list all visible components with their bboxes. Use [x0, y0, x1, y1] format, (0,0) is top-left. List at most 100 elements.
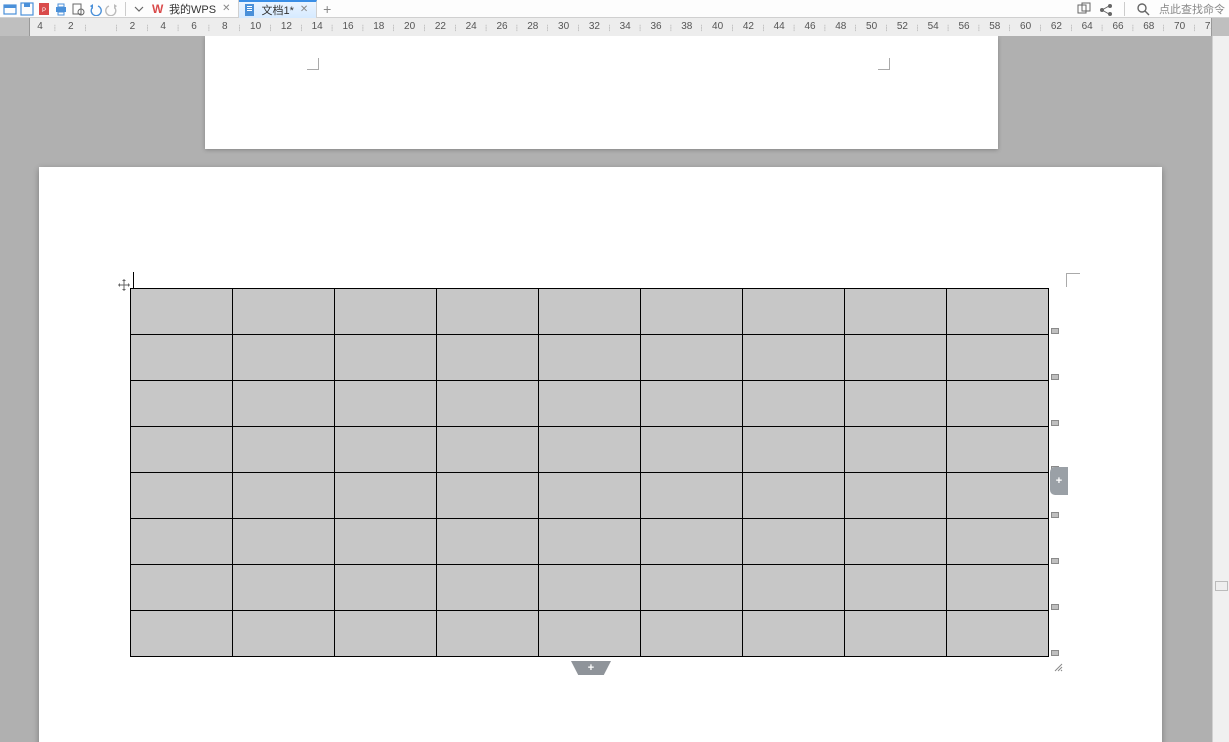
save-icon[interactable] — [19, 1, 35, 17]
table-cell[interactable] — [845, 427, 947, 473]
table-cell[interactable] — [335, 519, 437, 565]
pdf-icon[interactable]: P — [36, 1, 52, 17]
table-cell[interactable] — [641, 611, 743, 657]
table-cell[interactable] — [845, 335, 947, 381]
document-page[interactable]: + + — [39, 167, 1162, 742]
table-cell[interactable] — [947, 427, 1049, 473]
table-cell[interactable] — [437, 427, 539, 473]
open-icon[interactable] — [2, 1, 18, 17]
table-row[interactable] — [131, 519, 1049, 565]
table-cell[interactable] — [437, 565, 539, 611]
table-row[interactable] — [131, 611, 1049, 657]
table-cell[interactable] — [437, 289, 539, 335]
qat-dropdown-icon[interactable] — [131, 1, 147, 17]
split-view-button[interactable] — [1215, 581, 1228, 591]
table-cell[interactable] — [947, 611, 1049, 657]
previous-page-bottom[interactable] — [205, 36, 998, 149]
table-cell[interactable] — [335, 473, 437, 519]
vertical-scrollbar[interactable] — [1212, 36, 1229, 742]
search-command-hint[interactable]: 点此查找命令 — [1159, 1, 1225, 17]
table-cell[interactable] — [131, 611, 233, 657]
table-cell[interactable] — [233, 427, 335, 473]
table-cell[interactable] — [539, 427, 641, 473]
share-icon[interactable] — [1098, 1, 1114, 17]
table-cell[interactable] — [539, 289, 641, 335]
table-cell[interactable] — [947, 565, 1049, 611]
table-cell[interactable] — [131, 565, 233, 611]
table-cell[interactable] — [845, 519, 947, 565]
table-cell[interactable] — [539, 519, 641, 565]
table-cell[interactable] — [743, 473, 845, 519]
table-cell[interactable] — [641, 335, 743, 381]
table-cell[interactable] — [743, 335, 845, 381]
table-cell[interactable] — [947, 519, 1049, 565]
table-cell[interactable] — [539, 565, 641, 611]
table-cell[interactable] — [335, 335, 437, 381]
table-cell[interactable] — [743, 427, 845, 473]
table-row[interactable] — [131, 289, 1049, 335]
table-cell[interactable] — [845, 381, 947, 427]
table-cell[interactable] — [743, 519, 845, 565]
undo-icon[interactable] — [87, 1, 103, 17]
table-cell[interactable] — [641, 427, 743, 473]
table-cell[interactable] — [845, 611, 947, 657]
table-cell[interactable] — [845, 473, 947, 519]
table-cell[interactable] — [539, 611, 641, 657]
table-cell[interactable] — [539, 473, 641, 519]
close-icon[interactable]: ✕ — [300, 4, 308, 15]
table-cell[interactable] — [437, 381, 539, 427]
table-cell[interactable] — [947, 335, 1049, 381]
table-cell[interactable] — [845, 565, 947, 611]
table-row[interactable] — [131, 335, 1049, 381]
table-cell[interactable] — [437, 611, 539, 657]
table-cell[interactable] — [539, 335, 641, 381]
selected-table[interactable] — [130, 288, 1049, 657]
print-icon[interactable] — [53, 1, 69, 17]
table-row[interactable] — [131, 427, 1049, 473]
table-cell[interactable] — [335, 611, 437, 657]
table-cell[interactable] — [845, 289, 947, 335]
add-column-button[interactable]: + — [1050, 467, 1068, 495]
tab-document-1[interactable]: 文档1* ✕ — [239, 0, 317, 18]
table-cell[interactable] — [233, 335, 335, 381]
horizontal-ruler[interactable]: 4┆2┆┆2┆4┆6┆8┆10┆12┆14┆16┆18┆20┆22┆24┆26┆… — [30, 18, 1211, 36]
tab-home-wps[interactable]: W 我的WPS ✕ — [147, 0, 239, 18]
table-cell[interactable] — [335, 289, 437, 335]
table-cell[interactable] — [131, 289, 233, 335]
table-cell[interactable] — [131, 473, 233, 519]
redo-icon[interactable] — [104, 1, 120, 17]
table-cell[interactable] — [233, 289, 335, 335]
table-cell[interactable] — [131, 519, 233, 565]
table-cell[interactable] — [335, 565, 437, 611]
window-switch-icon[interactable] — [1076, 1, 1092, 17]
table-row[interactable] — [131, 381, 1049, 427]
table-cell[interactable] — [641, 519, 743, 565]
table-cell[interactable] — [437, 473, 539, 519]
search-icon[interactable] — [1135, 1, 1151, 17]
table-row[interactable] — [131, 565, 1049, 611]
table-resize-handle-icon[interactable] — [1053, 662, 1063, 672]
table-cell[interactable] — [131, 427, 233, 473]
table-cell[interactable] — [437, 335, 539, 381]
table-row[interactable] — [131, 473, 1049, 519]
table-cell[interactable] — [131, 381, 233, 427]
table-cell[interactable] — [539, 381, 641, 427]
close-icon[interactable]: ✕ — [222, 3, 230, 14]
table-cell[interactable] — [947, 381, 1049, 427]
table-cell[interactable] — [335, 381, 437, 427]
table-cell[interactable] — [233, 381, 335, 427]
table-cell[interactable] — [743, 381, 845, 427]
table-cell[interactable] — [743, 289, 845, 335]
table-cell[interactable] — [641, 289, 743, 335]
new-tab-button[interactable]: + — [317, 1, 337, 17]
table-cell[interactable] — [641, 381, 743, 427]
add-row-button[interactable]: + — [571, 661, 611, 675]
table-cell[interactable] — [641, 473, 743, 519]
table-cell[interactable] — [947, 289, 1049, 335]
table-cell[interactable] — [947, 473, 1049, 519]
table-cell[interactable] — [743, 565, 845, 611]
table-cell[interactable] — [641, 565, 743, 611]
table-cell[interactable] — [233, 565, 335, 611]
table-cell[interactable] — [131, 335, 233, 381]
table-cell[interactable] — [233, 519, 335, 565]
